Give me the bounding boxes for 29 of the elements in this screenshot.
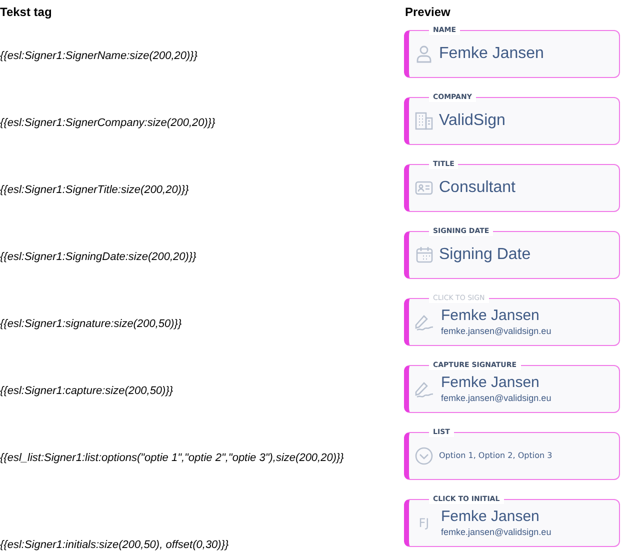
- text-tag: {{esl:Signer1:initials:size(200,50), offset(0,30)}}: [0, 538, 404, 550]
- building-icon: [415, 112, 433, 130]
- person-icon: [416, 44, 432, 62]
- field-value: ValidSign: [439, 112, 506, 130]
- column-heading: Tekst tag: [0, 5, 53, 19]
- id-card-icon: [415, 180, 433, 194]
- signer-email: femke.jansen@validsign.eu: [441, 527, 552, 537]
- text-tag: {{esl_list:Signer1:list:options("optie 1","optie 2","optie 3"),size(200,20)}}: [0, 452, 404, 464]
- signer-email: femke.jansen@validsign.eu: [441, 326, 552, 336]
- field-value: Femke Jansen: [439, 44, 544, 62]
- chevron-down-icon: [415, 446, 433, 464]
- calendar-icon: [416, 246, 432, 263]
- signer-name: Femke Jansen: [441, 508, 540, 525]
- pen-signature-icon: [414, 312, 434, 330]
- text-tag: {{esl:Signer1:SignerName:size(200,20)}}: [0, 50, 404, 62]
- list-options: Option 1, Option 2, Option 3: [439, 451, 552, 460]
- text-tag: {{esl:Signer1:SigningDate:size(200,20)}}: [0, 250, 404, 262]
- signer-name: Femke Jansen: [441, 307, 540, 324]
- text-tag: {{esl:Signer1:SignerTitle:size(200,20)}}: [0, 184, 404, 196]
- signer-name: Femke Jansen: [441, 374, 540, 391]
- signer-email: femke.jansen@validsign.eu: [441, 393, 552, 403]
- initials-text: FJ: [418, 516, 430, 530]
- text-tag: {{esl:Signer1:SignerCompany:size(200,20)}}: [0, 116, 404, 128]
- field-value: Consultant: [439, 178, 516, 196]
- text-tag: {{esl:Signer1:signature:size(200,50)}}: [0, 318, 404, 330]
- field-value: Signing Date: [439, 246, 531, 264]
- column-heading: Preview: [405, 5, 450, 19]
- pen-signature-icon: [414, 380, 434, 398]
- text-tag: {{esl:Signer1:capture:size(200,50)}}: [0, 384, 404, 396]
